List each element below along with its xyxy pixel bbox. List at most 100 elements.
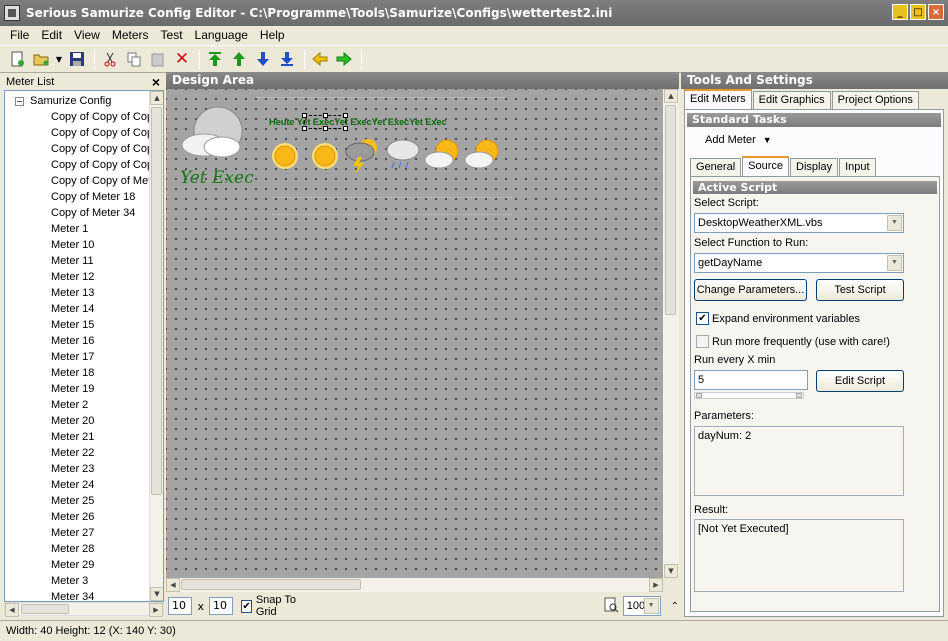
tab-edit-meters[interactable]: Edit Meters: [684, 89, 752, 109]
menu-language[interactable]: Language: [195, 28, 248, 42]
run-every-input[interactable]: 5: [694, 370, 808, 390]
scroll-thumb[interactable]: [665, 105, 676, 315]
chevron-down-icon[interactable]: ▼: [887, 215, 902, 231]
dropdown-arrow-icon[interactable]: ▼: [54, 48, 64, 70]
canvas-vertical-scrollbar[interactable]: ▲ ▼: [663, 89, 679, 578]
list-item[interactable]: Copy of Copy of Cop: [51, 141, 151, 157]
parameters-textarea[interactable]: dayNum: 2: [694, 426, 904, 496]
arrow-right-icon[interactable]: [333, 48, 355, 70]
menu-file[interactable]: File: [10, 28, 29, 42]
move-top-icon[interactable]: [204, 48, 226, 70]
scroll-up-icon[interactable]: ▲: [664, 89, 678, 103]
scroll-down-icon[interactable]: ▼: [664, 564, 678, 578]
menu-edit[interactable]: Edit: [41, 28, 62, 42]
list-item[interactable]: Copy of Copy of Cop: [51, 109, 151, 125]
cloud-weather-icon[interactable]: [176, 105, 252, 161]
grid-y-input[interactable]: 10: [208, 597, 234, 615]
list-item[interactable]: Meter 24: [51, 477, 151, 493]
menu-help[interactable]: Help: [260, 28, 285, 42]
list-item[interactable]: Meter 10: [51, 237, 151, 253]
list-item[interactable]: Meter 3: [51, 573, 151, 589]
maximize-button[interactable]: □: [910, 4, 926, 20]
edit-script-button[interactable]: Edit Script: [816, 370, 904, 392]
list-item[interactable]: Meter 28: [51, 541, 151, 557]
new-icon[interactable]: [6, 48, 28, 70]
thunderstorm-icon[interactable]: [344, 135, 382, 175]
script-select[interactable]: DesktopWeatherXML.vbs ▼: [694, 213, 904, 233]
arrow-left-icon[interactable]: [309, 48, 331, 70]
list-item[interactable]: Meter 11: [51, 253, 151, 269]
list-item[interactable]: Copy of Meter 34: [51, 205, 151, 221]
run-frequently-checkbox[interactable]: [696, 335, 709, 348]
close-button[interactable]: ×: [928, 4, 944, 20]
scroll-up-icon[interactable]: ▲: [150, 91, 163, 105]
zoom-icon[interactable]: [603, 597, 619, 616]
chevron-down-icon[interactable]: ▼: [643, 598, 659, 614]
yet-exec-big-text[interactable]: Yet Exec: [180, 168, 254, 188]
run-frequently-row[interactable]: Run more frequently (use with care!): [696, 335, 890, 348]
collapse-up-icon[interactable]: ⌃: [671, 601, 679, 612]
scroll-right-icon[interactable]: ▶: [649, 578, 663, 592]
scroll-right-icon[interactable]: ▶: [149, 603, 163, 617]
hscroll-thumb[interactable]: [21, 604, 69, 614]
list-item[interactable]: Meter 12: [51, 269, 151, 285]
chevron-down-icon[interactable]: ▼: [887, 255, 902, 271]
move-up-icon[interactable]: [228, 48, 250, 70]
list-item[interactable]: Meter 25: [51, 493, 151, 509]
tab-edit-graphics[interactable]: Edit Graphics: [752, 91, 831, 109]
tree-root[interactable]: − Samurize Config: [15, 93, 111, 109]
list-item[interactable]: Meter 23: [51, 461, 151, 477]
list-item[interactable]: Meter 27: [51, 525, 151, 541]
zoom-select[interactable]: 100% ▼: [622, 596, 661, 616]
list-item[interactable]: Meter 17: [51, 349, 151, 365]
selection-box[interactable]: [302, 113, 348, 131]
change-parameters-button[interactable]: Change Parameters...: [694, 279, 807, 301]
list-item[interactable]: Meter 18: [51, 365, 151, 381]
list-item[interactable]: Meter 26: [51, 509, 151, 525]
list-item[interactable]: Meter 15: [51, 317, 151, 333]
list-item[interactable]: Meter 16: [51, 333, 151, 349]
list-item[interactable]: Copy of Copy of Cop: [51, 157, 151, 173]
list-item[interactable]: Meter 1: [51, 221, 151, 237]
hscroll-thumb[interactable]: [181, 579, 361, 590]
list-item[interactable]: Copy of Copy of Met: [51, 173, 151, 189]
scroll-down-icon[interactable]: ▼: [150, 587, 163, 601]
collapse-icon[interactable]: −: [15, 96, 24, 106]
meter-tree[interactable]: − Samurize Config Copy of Copy of Cop Cop…: [4, 90, 164, 602]
expand-env-checkbox[interactable]: ✔: [696, 312, 709, 325]
tree-vertical-scrollbar[interactable]: ▲ ▼: [149, 91, 163, 601]
copy-icon[interactable]: [123, 48, 145, 70]
tab-input[interactable]: Input: [839, 158, 876, 176]
save-icon[interactable]: [66, 48, 88, 70]
scroll-left-icon[interactable]: ◀: [5, 603, 19, 617]
grid-x-input[interactable]: 10: [168, 597, 193, 615]
list-item[interactable]: Meter 34: [51, 589, 151, 601]
add-meter-button[interactable]: Add Meter ▼: [705, 134, 772, 146]
design-canvas[interactable]: Yet Exec Heute Yet ExecYet ExecYet ExecY…: [166, 89, 663, 578]
list-item[interactable]: Meter 20: [51, 413, 151, 429]
list-item[interactable]: Meter 13: [51, 285, 151, 301]
list-item[interactable]: Copy of Meter 18: [51, 189, 151, 205]
delete-icon[interactable]: ✕: [171, 48, 193, 70]
canvas-horizontal-scrollbar[interactable]: ◀ ▶: [166, 578, 663, 592]
scroll-left-icon[interactable]: ◀: [166, 578, 180, 592]
list-item[interactable]: Meter 21: [51, 429, 151, 445]
function-select[interactable]: getDayName ▼: [694, 253, 904, 273]
list-item[interactable]: Copy of Copy of Cop: [51, 125, 151, 141]
sun-icon[interactable]: [308, 139, 342, 173]
list-item[interactable]: Meter 2: [51, 397, 151, 413]
list-item[interactable]: Meter 22: [51, 445, 151, 461]
tab-project-options[interactable]: Project Options: [831, 91, 919, 109]
partly-cloudy-icon[interactable]: [424, 137, 462, 173]
sun-icon[interactable]: [268, 139, 302, 173]
tree-horizontal-scrollbar[interactable]: ◀ ▶: [4, 602, 164, 617]
rain-cloud-icon[interactable]: [384, 135, 422, 175]
run-every-slider[interactable]: [694, 392, 804, 399]
move-down-icon[interactable]: [252, 48, 274, 70]
list-item[interactable]: Meter 19: [51, 381, 151, 397]
open-icon[interactable]: [30, 48, 52, 70]
list-item[interactable]: Meter 29: [51, 557, 151, 573]
tab-source[interactable]: Source: [742, 156, 789, 176]
partly-cloudy-icon[interactable]: [464, 137, 502, 173]
close-icon[interactable]: ×: [152, 74, 160, 90]
